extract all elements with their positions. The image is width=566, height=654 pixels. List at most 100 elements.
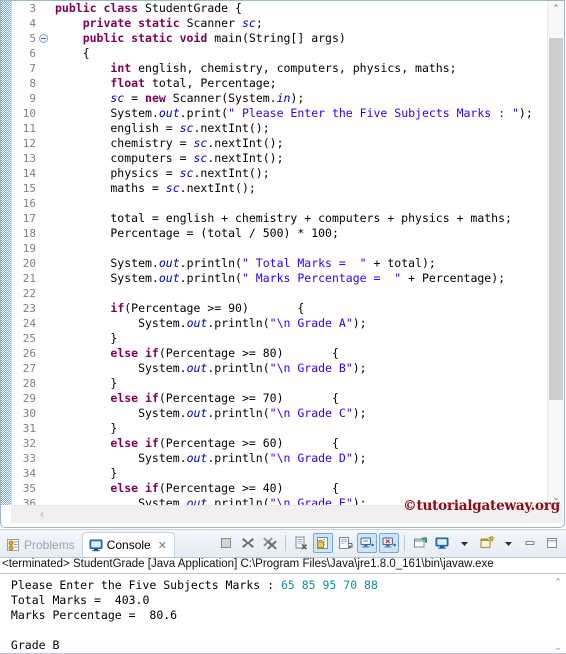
code-line: english = sc.nextInt();: [51, 121, 566, 136]
line-number: 4: [29, 17, 36, 30]
code-token-fld: out: [158, 106, 180, 120]
display-selected-console-dropdown[interactable]: [454, 533, 474, 553]
console-icon: [89, 538, 103, 552]
code-token-pl: (Percentage >=: [158, 436, 263, 450]
editor-vertical-scrollbar[interactable]: ⌃ ⌄: [547, 0, 564, 505]
code-token-pl: .nextInt();: [193, 121, 270, 135]
code-token-kw: new: [145, 91, 173, 105]
code-token-pl: .println(: [207, 361, 270, 375]
code-token-pl: );: [290, 91, 305, 105]
display-selected-console-button[interactable]: [432, 533, 452, 553]
scroll-lock-button[interactable]: [313, 533, 333, 553]
word-wrap-button[interactable]: [335, 533, 355, 553]
tab-problems-label: Problems: [24, 538, 75, 552]
console-scroll-down-icon[interactable]: ⌄: [550, 640, 566, 654]
fold-slot: [38, 136, 51, 151]
code-line: System.out.println("\n Grade D");: [51, 451, 566, 466]
annotation-ruler[interactable]: [0, 0, 12, 505]
code-token-kw: int: [110, 61, 139, 75]
minimize-button[interactable]: [520, 533, 540, 553]
close-icon[interactable]: ✕: [158, 539, 167, 552]
code-token-fld: sc: [110, 91, 125, 105]
console-toolbar: [216, 532, 562, 554]
code-line: sc = new Scanner(System.in);: [51, 91, 566, 106]
scroll-left-icon[interactable]: ‹: [35, 506, 49, 523]
code-line: public static void main(String[] args): [51, 31, 566, 46]
eclipse-ide-window: 3 4 5 6 7 8 9 10 11 12 13 14 15 16 17 18 19 20 21 22 23 24 25 2…: [0, 0, 566, 654]
fold-slot: [38, 466, 51, 481]
code-token-fld: in: [276, 91, 291, 105]
code-token-pl: =: [124, 91, 146, 105]
console-output-text[interactable]: Please Enter the Five Subjects Marks : 6…: [0, 575, 550, 654]
line-number: 13: [22, 152, 36, 165]
code-line: maths = sc.nextInt();: [51, 181, 566, 196]
code-token-num: 80: [262, 346, 277, 360]
console-output-prompt: Total Marks = 403.0: [4, 593, 150, 607]
open-console-dropdown[interactable]: [498, 533, 518, 553]
code-token-pl: physics =: [55, 166, 180, 180]
code-token-kw: float: [110, 76, 152, 90]
code-token-pl: Scanner(System.: [172, 91, 277, 105]
pin-console-button[interactable]: [410, 533, 430, 553]
line-number: 25: [22, 332, 36, 345]
maximize-button[interactable]: [542, 533, 562, 553]
remove-all-terminated-button[interactable]: [260, 533, 280, 553]
code-token-pl: ;: [255, 16, 263, 30]
console-output-line: [4, 623, 550, 638]
line-number: 17: [22, 212, 36, 225]
folding-ruler[interactable]: [38, 0, 51, 505]
code-token-fld: sc: [193, 151, 208, 165]
code-line: }: [51, 331, 566, 346]
remove-launch-button[interactable]: [238, 533, 258, 553]
line-number: 29: [22, 392, 36, 405]
code-token-str: "\n Grade C": [269, 406, 353, 420]
code-token-pl: chemistry =: [55, 136, 194, 150]
line-number: 3: [29, 2, 36, 15]
show-console-on-output-button[interactable]: [357, 533, 377, 553]
code-line: float total, Percentage;: [51, 76, 566, 91]
tab-problems[interactable]: Problems: [0, 533, 82, 557]
code-token-fld: out: [186, 316, 208, 330]
fold-slot: [38, 151, 51, 166]
tab-console[interactable]: Console ✕: [81, 532, 175, 557]
line-number: 31: [22, 422, 36, 435]
fold-slot: [38, 46, 51, 61]
fold-slot: [38, 301, 51, 316]
line-number: 14: [22, 167, 36, 180]
code-token-fld: out: [158, 271, 180, 285]
line-number: 34: [22, 467, 36, 480]
clear-console-button[interactable]: [291, 533, 311, 553]
line-number: 6: [29, 47, 36, 60]
code-text-area[interactable]: public class StudentGrade { private stat…: [51, 0, 566, 506]
code-token-pl: maths =: [55, 181, 166, 195]
code-token-str: "\n Grade B": [269, 361, 353, 375]
line-number: 35: [22, 482, 36, 495]
fold-slot: [38, 196, 51, 211]
code-line: }: [51, 421, 566, 436]
fold-collapse-icon[interactable]: [39, 34, 48, 43]
code-token-pl: .nextInt();: [193, 166, 270, 180]
console-vertical-scrollbar[interactable]: ⌃ ⌄: [550, 575, 566, 654]
line-number-ruler: 3 4 5 6 7 8 9 10 11 12 13 14 15 16 17 18 19 20 21 22 23 24 25 2…: [12, 0, 38, 510]
console-scroll-up-icon[interactable]: ⌃: [550, 575, 566, 589]
fold-slot: [38, 241, 51, 256]
code-token-pl: .println(: [207, 316, 270, 330]
code-token-pl: .print(: [179, 106, 229, 120]
editor-scrollbar-thumb[interactable]: [549, 38, 563, 400]
code-token-fld: sc: [179, 166, 194, 180]
code-token-num: 40: [262, 481, 277, 495]
fold-slot: [38, 316, 51, 331]
line-number: 22: [22, 287, 36, 300]
code-token-pl: System.: [55, 106, 159, 120]
terminate-button[interactable]: [216, 533, 236, 553]
open-console-button[interactable]: [476, 533, 496, 553]
show-console-on-error-button[interactable]: [379, 533, 399, 553]
scroll-up-icon[interactable]: ⌃: [548, 0, 564, 16]
